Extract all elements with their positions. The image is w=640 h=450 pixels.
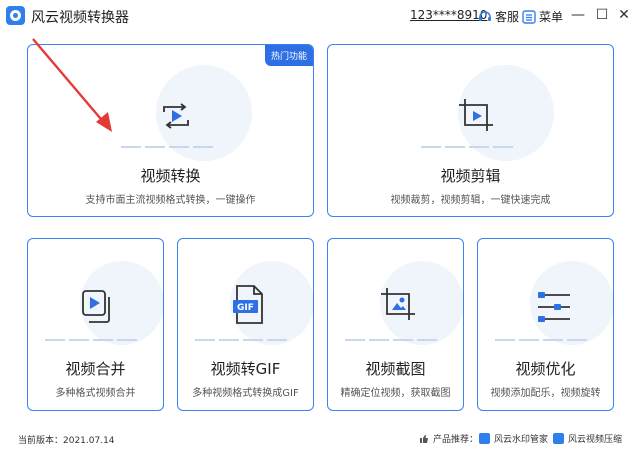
card-description: 多种视频格式转换成GIF <box>192 388 299 399</box>
annotation-arrow-icon <box>32 38 112 132</box>
card-title: 视频优化 <box>515 360 576 378</box>
card-video-gif[interactable]: GIF 视频转GIF 多种视频格式转换成GIF <box>177 238 314 411</box>
thumbs-up-icon <box>420 434 428 443</box>
menu-icon <box>522 9 536 24</box>
support-button[interactable]: 客服 <box>478 8 519 25</box>
sliders-icon <box>538 292 570 322</box>
convert-icon <box>163 103 189 129</box>
promo-1-label: 风云水印管家 <box>494 435 549 445</box>
card-video-screenshot[interactable]: 视频截图 精确定位视频，获取截图 <box>327 238 464 411</box>
card-title: 视频转GIF <box>210 360 281 378</box>
promo-compress-link[interactable]: 风云视频压缩 <box>553 432 622 445</box>
divider-dashes <box>345 339 437 341</box>
promo-watermark-link[interactable]: 风云水印管家 <box>479 432 548 445</box>
card-description: 多种格式视频合并 <box>55 388 136 399</box>
card-video-merge[interactable]: 视频合并 多种格式视频合并 <box>27 238 164 411</box>
gif-file-icon: GIF <box>233 285 263 324</box>
card-title: 视频剪辑 <box>440 167 501 185</box>
app-title: 风云视频转换器 <box>31 10 129 26</box>
card-title: 视频转换 <box>140 167 201 185</box>
divider-dashes <box>45 339 137 341</box>
app-logo-icon <box>6 6 25 25</box>
support-label: 客服 <box>495 10 520 24</box>
menu-button[interactable]: 菜单 <box>522 8 563 25</box>
card-title: 视频截图 <box>365 360 426 378</box>
divider-dashes <box>495 339 587 341</box>
card-description: 视频裁剪，视频剪辑，一键快速完成 <box>390 195 551 206</box>
card-video-edit[interactable]: 视频剪辑 视频裁剪，视频剪辑，一键快速完成 <box>327 44 614 217</box>
minimize-button[interactable]: — <box>568 5 588 25</box>
card-video-optimize[interactable]: 视频优化 视频添加配乐，视频旋转 <box>477 238 614 411</box>
headset-icon <box>479 10 491 21</box>
title-bar: 风云视频转换器 123****8910 客服 菜单 — ☐ ✕ <box>0 0 640 32</box>
version-text: 当前版本：2021.07.14 <box>18 436 115 446</box>
divider-dashes <box>121 146 213 148</box>
promo-2-label: 风云视频压缩 <box>568 435 623 445</box>
hot-badge: 热门功能 <box>264 45 313 66</box>
merge-icon <box>82 290 110 323</box>
status-bar: 当前版本：2021.07.14 产品推荐： 风云水印管家 风云视频压缩 <box>0 428 640 450</box>
compress-app-icon <box>553 433 564 444</box>
product-recommend: 产品推荐： <box>419 432 478 445</box>
account-link[interactable]: 123****8910 <box>410 8 487 22</box>
maximize-button[interactable]: ☐ <box>592 5 612 25</box>
promo-label: 产品推荐： <box>433 435 479 445</box>
menu-label: 菜单 <box>539 10 564 24</box>
close-button[interactable]: ✕ <box>614 5 634 25</box>
watermark-app-icon <box>479 433 490 444</box>
crop-edit-icon <box>459 99 493 131</box>
screenshot-crop-icon <box>381 288 415 320</box>
divider-dashes <box>421 146 513 148</box>
card-description: 视频添加配乐，视频旋转 <box>490 388 601 399</box>
card-description: 支持市面主流视频格式转换，一键操作 <box>85 195 256 206</box>
gif-icon-text: GIF <box>237 303 254 313</box>
divider-dashes <box>195 339 287 341</box>
card-title: 视频合并 <box>65 360 126 378</box>
card-description: 精确定位视频，获取截图 <box>340 388 451 399</box>
